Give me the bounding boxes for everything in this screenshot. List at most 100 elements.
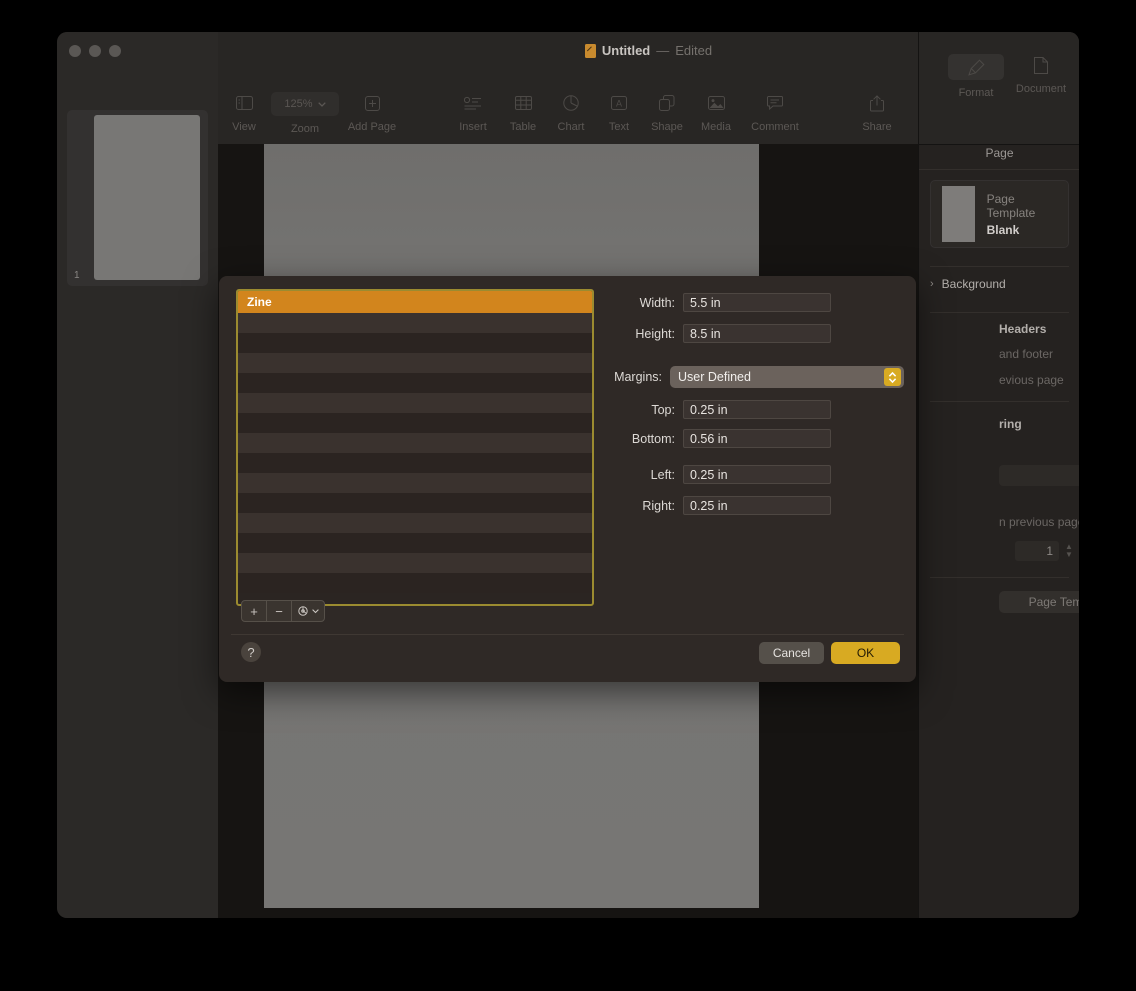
maximize-window-button[interactable] [109,45,121,57]
cancel-button[interactable]: Cancel [759,642,824,664]
height-field-row: Height: 8.5 in [613,324,831,343]
toolbar-button-zoom[interactable]: 125% Zoom [274,92,336,135]
template-list-row[interactable] [238,533,592,553]
toolbar-label-view: View [232,121,256,133]
close-window-button[interactable] [69,45,81,57]
page-thumbnail-item[interactable]: 1 [67,110,208,286]
help-icon: ? [247,645,254,660]
text-box-icon: A [608,92,630,114]
add-template-button[interactable]: + [242,601,267,621]
match-previous-page-option[interactable]: evious page [999,373,1079,387]
template-list-row[interactable] [238,493,592,513]
starting-number-value: 1 [1046,544,1053,558]
background-row[interactable]: › Background [930,277,1069,291]
template-list-selected-row[interactable]: Zine [238,291,592,313]
toolbar-button-document[interactable]: Document [1010,54,1072,95]
stepper-down-icon[interactable]: ▼ [1065,551,1073,559]
update-page-template-label: Page Template [1029,595,1079,609]
toolbar-label-document: Document [1016,83,1066,95]
template-list-row[interactable] [238,313,592,333]
height-input[interactable]: 8.5 in [683,324,831,343]
template-list-row[interactable] [238,573,592,593]
minimize-window-button[interactable] [89,45,101,57]
template-list-controls: + − [241,600,325,622]
toolbar-label-media: Media [701,121,731,133]
margin-bottom-input[interactable]: 0.56 in [683,429,831,448]
toolbar-button-add-page[interactable]: Add Page [341,92,403,133]
template-list-row[interactable] [238,473,592,493]
width-input[interactable]: 5.5 in [683,293,831,312]
margin-left-row: Left: 0.25 in [613,465,831,484]
template-list-row[interactable] [238,513,592,533]
insert-icon [462,92,484,114]
document-file-icon [585,44,596,58]
margin-top-value: 0.25 in [690,403,728,417]
popup-arrows-icon [884,368,901,386]
media-icon [705,92,727,114]
toolbar-label-shape: Shape [651,121,683,133]
margin-top-input[interactable]: 0.25 in [683,400,831,419]
margins-popup-button[interactable]: User Defined [670,366,904,388]
width-field-row: Width: 5.5 in [613,293,831,312]
help-button[interactable]: ? [241,642,261,662]
margins-field-row: Margins: User Defined [600,366,904,388]
header-footer-option[interactable]: and footer [999,347,1079,361]
plus-icon: + [250,604,258,619]
margin-top-label: Top: [613,403,675,417]
template-actions-button[interactable] [292,601,324,621]
template-list-row[interactable] [238,393,592,413]
title-separator: — [656,43,669,58]
template-list-row[interactable] [238,413,592,433]
starting-number-stepper[interactable]: ▲ ▼ [1062,541,1076,561]
template-list-row[interactable] [238,373,592,393]
margin-right-value: 0.25 in [690,499,728,513]
update-page-template-button[interactable]: Page Template [999,591,1079,613]
toolbar-button-view[interactable]: View [213,92,275,133]
template-list[interactable]: Zine [236,289,594,606]
toolbar-button-format[interactable]: Format [945,54,1007,99]
page-template-card[interactable]: Page Template Blank [930,180,1069,248]
page-thumbnail-number: 1 [74,270,80,281]
screen-root: 1 Untitled — Edited View [0,0,1136,991]
gear-icon [297,605,309,617]
template-list-selected-label: Zine [247,295,272,309]
header-footer-label: and footer [999,347,1053,361]
width-value: 5.5 in [690,296,721,310]
numbering-format-select[interactable]: ⌃⌄ [999,465,1079,486]
margin-left-value: 0.25 in [690,468,728,482]
chevron-right-icon[interactable]: › [930,278,934,290]
remove-template-button[interactable]: − [267,601,292,621]
match-previous-page-label: evious page [999,373,1064,387]
template-list-row[interactable] [238,353,592,373]
margin-right-label: Right: [613,499,675,513]
margin-right-row: Right: 0.25 in [613,496,831,515]
page-template-label: Page Template [987,192,1057,220]
ok-button[interactable]: OK [831,642,900,664]
window-title-text: Untitled [602,43,650,58]
starting-number-field[interactable]: 1 [1015,541,1059,561]
margins-label: Margins: [600,370,662,384]
template-list-row[interactable] [238,453,592,473]
toolbar-label-insert: Insert [459,121,487,133]
inspector-divider-4 [930,577,1069,578]
zoom-level-dropdown[interactable]: 125% [271,92,339,116]
margins-value: User Defined [678,370,751,384]
template-list-row[interactable] [238,433,592,453]
cancel-label: Cancel [773,646,810,660]
template-list-row[interactable] [238,333,592,353]
sheet-divider [231,634,904,635]
toolbar-label-table: Table [510,121,536,133]
continue-from-previous-option[interactable]: n previous page [999,515,1079,529]
document-edited-status: Edited [675,43,712,58]
width-label: Width: [613,296,675,310]
inspector-title: Page [919,146,1079,170]
margin-right-input[interactable]: 0.25 in [683,496,831,515]
toolbar-button-media[interactable]: Media [685,92,747,133]
toolbar-button-share[interactable]: Share [846,92,908,133]
toolbar-label-chart: Chart [558,121,585,133]
template-list-row[interactable] [238,553,592,573]
ok-label: OK [857,646,874,660]
toolbar-button-comment[interactable]: Comment [744,92,806,133]
height-value: 8.5 in [690,327,721,341]
margin-left-input[interactable]: 0.25 in [683,465,831,484]
